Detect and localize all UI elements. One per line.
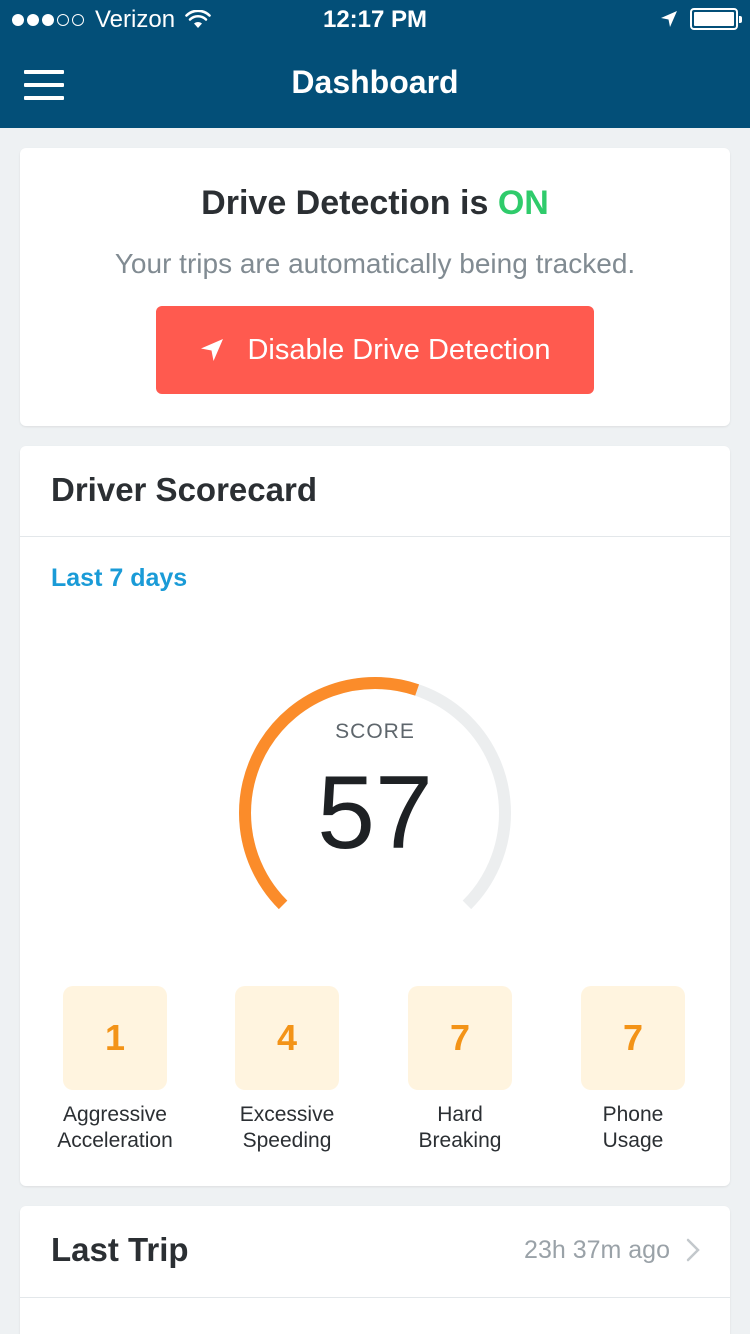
metric-label-line2: Acceleration — [57, 1129, 173, 1152]
battery-icon — [690, 8, 742, 30]
status-bar: Verizon 12:17 PM — [0, 0, 750, 40]
drive-detection-title-prefix: Drive Detection is — [201, 184, 498, 222]
driver-scorecard-card: Driver Scorecard Last 7 days SCORE 57 1 … — [20, 446, 730, 1186]
metric-count-badge: 1 — [63, 986, 167, 1090]
nav-bar: Dashboard — [0, 40, 750, 128]
period-selector-link[interactable]: Last 7 days — [51, 564, 187, 593]
metric-count-badge: 7 — [581, 986, 685, 1090]
score-value: 57 — [317, 755, 433, 871]
metric-label-line1: Aggressive — [63, 1103, 167, 1126]
metric-label: Hard Breaking — [370, 1102, 550, 1154]
location-arrow-icon — [661, 11, 677, 27]
drive-detection-status: ON — [497, 184, 549, 222]
score-label: SCORE — [335, 720, 415, 743]
drive-detection-title: Drive Detection is ON — [20, 184, 730, 223]
disable-drive-detection-label: Disable Drive Detection — [247, 333, 551, 366]
metric-phone-usage[interactable]: 7 Phone Usage — [543, 986, 723, 1154]
status-bar-right — [660, 8, 742, 30]
metric-label: Aggressive Acceleration — [25, 1102, 205, 1154]
drive-detection-subtitle: Your trips are automatically being track… — [114, 248, 636, 279]
app-header: Verizon 12:17 PM Dashboard — [0, 0, 750, 128]
score-metrics: 1 Aggressive Acceleration 4 Excessive Spee… — [20, 986, 730, 1166]
last-trip-time-ago: 23h 37m ago — [524, 1236, 670, 1264]
scorecard-title: Driver Scorecard — [51, 471, 317, 508]
metric-label-line2: Speeding — [242, 1129, 332, 1152]
metric-excessive-speeding[interactable]: 4 Excessive Speeding — [197, 986, 377, 1154]
metric-label-line2: Usage — [602, 1129, 664, 1152]
page-title: Dashboard — [291, 64, 459, 100]
chevron-right-icon[interactable] — [686, 1238, 700, 1262]
metric-label: Phone Usage — [543, 1102, 723, 1154]
metric-label-line1: Hard — [437, 1103, 483, 1126]
status-time: 12:17 PM — [322, 6, 428, 33]
metric-aggressive-acceleration[interactable]: 1 Aggressive Acceleration — [25, 986, 205, 1154]
disable-drive-detection-button[interactable]: Disable Drive Detection — [156, 306, 594, 394]
scorecard-header: Driver Scorecard — [20, 446, 730, 537]
last-trip-title: Last Trip — [51, 1231, 189, 1268]
card-divider — [20, 1297, 730, 1298]
metric-label-line2: Breaking — [418, 1129, 502, 1152]
drive-detection-card: Drive Detection is ON Your trips are aut… — [20, 148, 730, 426]
metric-label: Excessive Speeding — [197, 1102, 377, 1154]
metric-label-line1: Phone — [602, 1103, 664, 1126]
metric-label-line1: Excessive — [239, 1103, 335, 1126]
metric-hard-breaking[interactable]: 7 Hard Breaking — [370, 986, 550, 1154]
navigation-arrow-icon — [201, 339, 224, 361]
metric-count-badge: 4 — [235, 986, 339, 1090]
metric-count-badge: 7 — [408, 986, 512, 1090]
last-trip-card[interactable]: Last Trip 23h 37m ago — [20, 1206, 730, 1334]
